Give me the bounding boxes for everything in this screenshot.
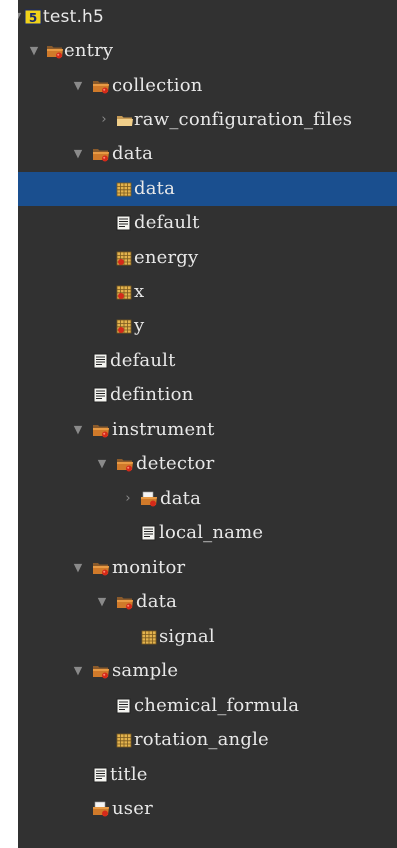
tree-item-label: sample bbox=[112, 660, 179, 681]
tree-item-label: test.h5 bbox=[43, 7, 105, 27]
tree-item-label: chemical_formula bbox=[134, 695, 300, 716]
link-folder-icon bbox=[140, 491, 158, 507]
tree-item-title[interactable]: title bbox=[18, 758, 397, 792]
tree-item-label: x bbox=[134, 281, 145, 302]
tree-item-label: y bbox=[134, 315, 145, 336]
tree-item-label: data bbox=[136, 591, 178, 612]
text-dataset-icon bbox=[115, 698, 133, 714]
tree-item-chemical-formula[interactable]: chemical_formula bbox=[18, 689, 397, 723]
folder-icon bbox=[116, 112, 134, 128]
tree-item-y[interactable]: y bbox=[18, 309, 397, 343]
tree-item-signal[interactable]: signal bbox=[18, 620, 397, 654]
expand-arrow-icon[interactable]: ▼ bbox=[18, 0, 23, 34]
text-dataset-icon bbox=[115, 215, 133, 231]
hdf5-file-icon bbox=[24, 9, 42, 25]
tree-item-local-name[interactable]: local_name bbox=[18, 516, 397, 550]
tree-item-label: collection bbox=[112, 75, 203, 96]
tree-item-label: data bbox=[112, 143, 154, 164]
text-dataset-icon bbox=[92, 767, 110, 783]
expand-arrow-icon[interactable]: ▼ bbox=[72, 137, 84, 171]
tree-item-data-dataset[interactable]: data bbox=[18, 172, 397, 206]
tree-item-label: signal bbox=[159, 626, 215, 647]
tree-item-monitor[interactable]: ▼ monitor bbox=[18, 551, 397, 585]
expand-arrow-icon[interactable]: ▼ bbox=[28, 34, 40, 68]
tree-item-detector[interactable]: ▼ detector bbox=[18, 447, 397, 481]
group-folder-icon bbox=[92, 146, 110, 162]
text-dataset-icon bbox=[140, 525, 158, 541]
tree-item-label: user bbox=[112, 798, 153, 819]
group-folder-icon bbox=[92, 663, 110, 679]
link-dataset-icon bbox=[115, 318, 133, 334]
tree-item-label: data bbox=[134, 178, 176, 199]
expand-arrow-icon[interactable]: ▼ bbox=[72, 551, 84, 585]
tree-item-user[interactable]: user bbox=[18, 792, 397, 826]
link-folder-icon bbox=[92, 801, 110, 817]
dataset-grid-icon bbox=[115, 181, 133, 197]
tree-item-monitor-data[interactable]: ▼ data bbox=[18, 585, 397, 619]
tree-item-label: default bbox=[134, 212, 200, 233]
tree-item-energy[interactable]: energy bbox=[18, 241, 397, 275]
tree-item-label: data bbox=[160, 488, 202, 509]
expand-arrow-icon[interactable]: ▼ bbox=[96, 447, 108, 481]
expand-arrow-icon[interactable]: ▼ bbox=[96, 585, 108, 619]
group-folder-icon bbox=[116, 456, 134, 472]
group-folder-icon bbox=[92, 560, 110, 576]
expand-arrow-icon[interactable]: ▼ bbox=[72, 69, 84, 103]
link-dataset-icon bbox=[115, 284, 133, 300]
tree-item-root[interactable]: ▼ test.h5 bbox=[18, 0, 397, 34]
tree-item-label: instrument bbox=[112, 419, 215, 440]
tree-item-label: energy bbox=[134, 247, 199, 268]
dataset-grid-icon bbox=[140, 629, 158, 645]
tree-item-sample[interactable]: ▼ sample bbox=[18, 654, 397, 688]
tree-item-label: monitor bbox=[112, 557, 186, 578]
collapse-arrow-icon[interactable]: › bbox=[98, 103, 110, 137]
group-folder-icon bbox=[116, 594, 134, 610]
tree-item-x[interactable]: x bbox=[18, 275, 397, 309]
tree-item-data-group[interactable]: ▼ data bbox=[18, 137, 397, 171]
tree-item-label: raw_configuration_files bbox=[134, 109, 353, 130]
text-dataset-icon bbox=[92, 353, 110, 369]
tree-item-label: entry bbox=[64, 40, 114, 61]
group-folder-icon bbox=[92, 78, 110, 94]
tree-item-rotation-angle[interactable]: rotation_angle bbox=[18, 723, 397, 757]
tree-item-label: default bbox=[110, 350, 176, 371]
expand-arrow-icon[interactable]: ▼ bbox=[72, 654, 84, 688]
text-dataset-icon bbox=[92, 387, 110, 403]
tree-item-default-inner[interactable]: default bbox=[18, 206, 397, 240]
tree-item-label: rotation_angle bbox=[134, 729, 269, 750]
tree-item-label: title bbox=[110, 764, 148, 785]
tree-item-default-outer[interactable]: default bbox=[18, 344, 397, 378]
tree-item-label: local_name bbox=[159, 522, 264, 543]
link-dataset-icon bbox=[115, 250, 133, 266]
tree-item-collection[interactable]: ▼ collection bbox=[18, 69, 397, 103]
tree-item-label: detector bbox=[136, 453, 215, 474]
group-folder-icon bbox=[46, 43, 64, 59]
hdf5-tree-panel: ▼ test.h5 ▼ entry ▼ collection › raw_con… bbox=[18, 0, 397, 848]
tree-item-detector-data[interactable]: › data bbox=[18, 482, 397, 516]
dataset-grid-icon bbox=[115, 732, 133, 748]
tree-item-defintion[interactable]: defintion bbox=[18, 378, 397, 412]
tree-item-entry[interactable]: ▼ entry bbox=[18, 34, 397, 68]
collapse-arrow-icon[interactable]: › bbox=[122, 482, 134, 516]
expand-arrow-icon[interactable]: ▼ bbox=[72, 413, 84, 447]
tree-item-label: defintion bbox=[110, 384, 194, 405]
tree-item-raw-configuration-files[interactable]: › raw_configuration_files bbox=[18, 103, 397, 137]
group-folder-icon bbox=[92, 422, 110, 438]
tree-item-instrument[interactable]: ▼ instrument bbox=[18, 413, 397, 447]
